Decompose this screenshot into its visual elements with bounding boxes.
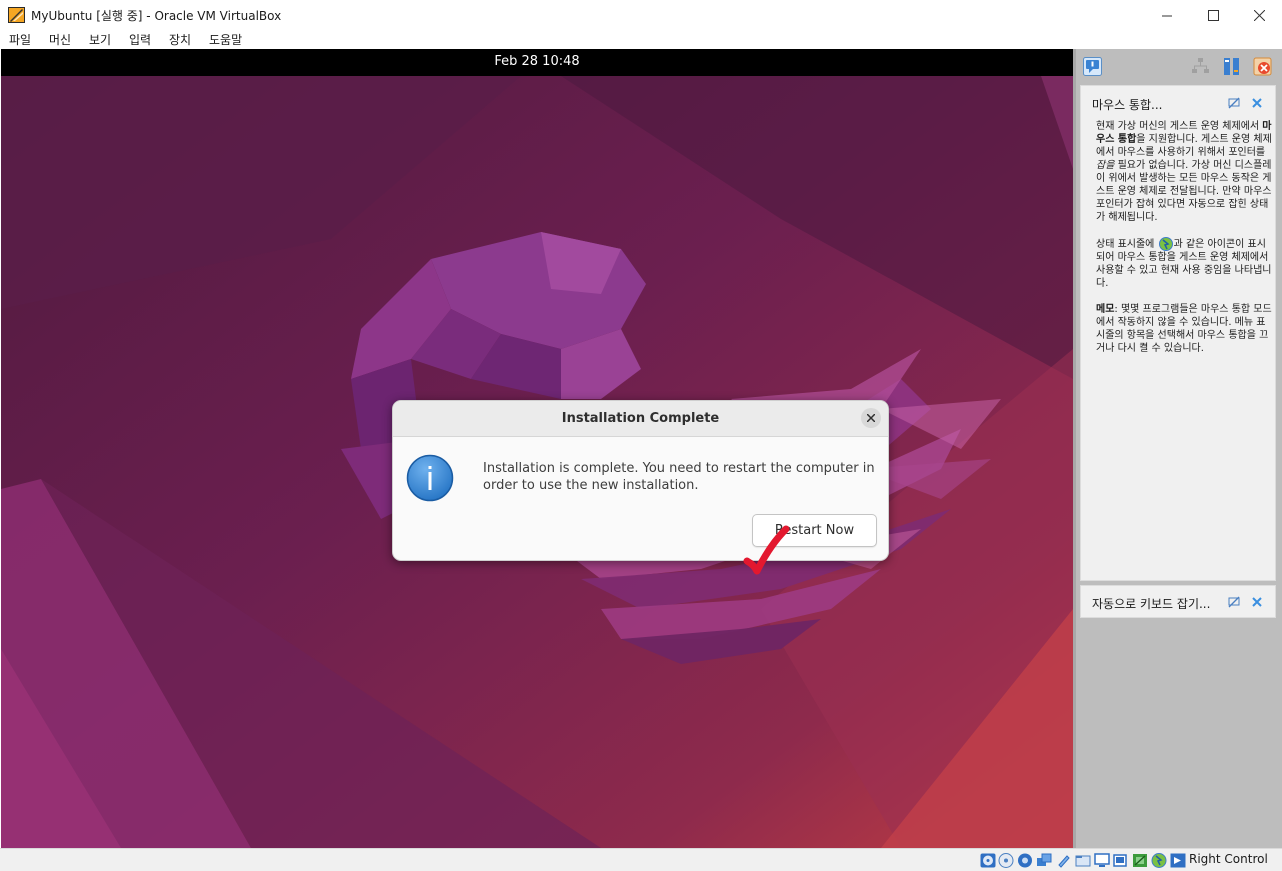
- audio-icon[interactable]: [1017, 853, 1033, 868]
- keyboard-capture-icon[interactable]: [1170, 853, 1186, 868]
- display-icon[interactable]: [1094, 853, 1110, 868]
- optical-disk-icon[interactable]: [980, 853, 996, 868]
- card-body: 현재 가상 머신의 게스트 운영 체제에서 마우스 통합을 지원합니다. 게스트…: [1096, 120, 1274, 368]
- menu-input[interactable]: 입력: [129, 31, 151, 48]
- mouse-integration-icon: [1158, 237, 1173, 251]
- virtualbox-window: MyUbuntu [실행 중] - Oracle VM VirtualBox 파…: [0, 0, 1282, 871]
- paragraph: 현재 가상 머신의 게스트 운영 체제에서 마우스 통합을 지원합니다. 게스트…: [1096, 120, 1274, 224]
- auto-keyboard-capture-card: 자동으로 키보드 잡기...: [1080, 585, 1276, 618]
- dialog-message: Installation is complete. You need to re…: [483, 461, 875, 493]
- maximize-icon: [1207, 9, 1219, 21]
- recording-icon[interactable]: [1113, 853, 1129, 868]
- gnome-top-bar: Feb 28 10:48: [1, 49, 1073, 76]
- dialog-close-button[interactable]: [861, 408, 881, 428]
- title-bar: MyUbuntu [실행 중] - Oracle VM VirtualBox: [0, 0, 1282, 30]
- close-panel-icon[interactable]: [1253, 57, 1272, 76]
- menu-help[interactable]: 도움말: [209, 31, 242, 48]
- mouse-integration-icon[interactable]: [1151, 853, 1167, 868]
- menu-file[interactable]: 파일: [9, 31, 31, 48]
- dont-show-again-icon[interactable]: [1228, 97, 1240, 109]
- clock[interactable]: Feb 28 10:48: [1, 54, 1073, 69]
- bold-text: 메모: [1096, 304, 1115, 315]
- installation-complete-dialog: Installation Complete Installation is co…: [392, 400, 889, 561]
- menu-devices[interactable]: 장치: [169, 31, 191, 48]
- text: 현재 가상 머신의 게스트 운영 체제에서: [1096, 121, 1263, 132]
- dialog-header: Installation Complete: [393, 401, 888, 437]
- close-button[interactable]: [1236, 0, 1282, 30]
- window-title: MyUbuntu [실행 중] - Oracle VM VirtualBox: [31, 9, 282, 23]
- cpu-icon[interactable]: [1132, 853, 1148, 868]
- card-title: 자동으로 키보드 잡기...: [1092, 597, 1211, 611]
- maximize-button[interactable]: [1190, 0, 1236, 30]
- minimize-icon: [1161, 15, 1172, 16]
- paragraph: 메모: 몇몇 프로그램들은 마우스 통합 모드에서 작동하지 않을 수 있습니다…: [1096, 303, 1274, 355]
- shared-folders-icon[interactable]: [1075, 853, 1091, 868]
- network-icon[interactable]: [1191, 57, 1210, 76]
- menu-bar: 파일 머신 보기 입력 장치 도움말: [0, 30, 1282, 49]
- text: 상태 표시줄에: [1096, 239, 1158, 250]
- status-bar: Right Control: [0, 848, 1282, 871]
- host-key-label[interactable]: Right Control: [1189, 852, 1268, 866]
- storage-icon[interactable]: [1222, 57, 1241, 76]
- close-icon[interactable]: [1251, 97, 1263, 109]
- card-title: 마우스 통합...: [1092, 98, 1163, 112]
- notification-side-panel: 마우스 통합... 현재 가상 머신의 게스트 운영 체제에서 마우스 통합을 …: [1073, 49, 1282, 848]
- close-icon[interactable]: [1251, 596, 1263, 608]
- guest-display[interactable]: Feb 28 10:48 Installation Complete Insta…: [1, 49, 1073, 848]
- menu-view[interactable]: 보기: [89, 31, 111, 48]
- text: 필요가 없습니다. 가상 머신 디스플레이 위에서 발생하는 모든 마우스 동작…: [1096, 160, 1272, 223]
- paragraph: 상태 표시줄에 과 같은 아이콘이 표시되어 마우스 통합을 게스트 운영 체제…: [1096, 237, 1274, 290]
- red-checkmark-icon: [743, 525, 790, 575]
- usb-icon[interactable]: [1056, 853, 1072, 868]
- side-panel-toolbar: [1076, 49, 1282, 82]
- minimize-button[interactable]: [1144, 0, 1190, 30]
- close-icon: [867, 414, 875, 422]
- dont-show-again-icon[interactable]: [1228, 596, 1240, 608]
- notification-icon[interactable]: [1083, 57, 1102, 76]
- dialog-title: Installation Complete: [561, 411, 720, 426]
- info-icon: [406, 454, 454, 502]
- text: : 몇몇 프로그램들은 마우스 통합 모드에서 작동하지 않을 수 있습니다. …: [1096, 304, 1272, 354]
- mouse-integration-card: 마우스 통합... 현재 가상 머신의 게스트 운영 체제에서 마우스 통합을 …: [1080, 85, 1276, 581]
- menu-machine[interactable]: 머신: [49, 31, 71, 48]
- virtualbox-vm-icon: [8, 7, 25, 23]
- italic-text: 잡을: [1096, 160, 1115, 171]
- close-icon: [1253, 9, 1265, 21]
- network-adapter-icon[interactable]: [1036, 853, 1052, 868]
- hard-disk-icon[interactable]: [998, 853, 1014, 868]
